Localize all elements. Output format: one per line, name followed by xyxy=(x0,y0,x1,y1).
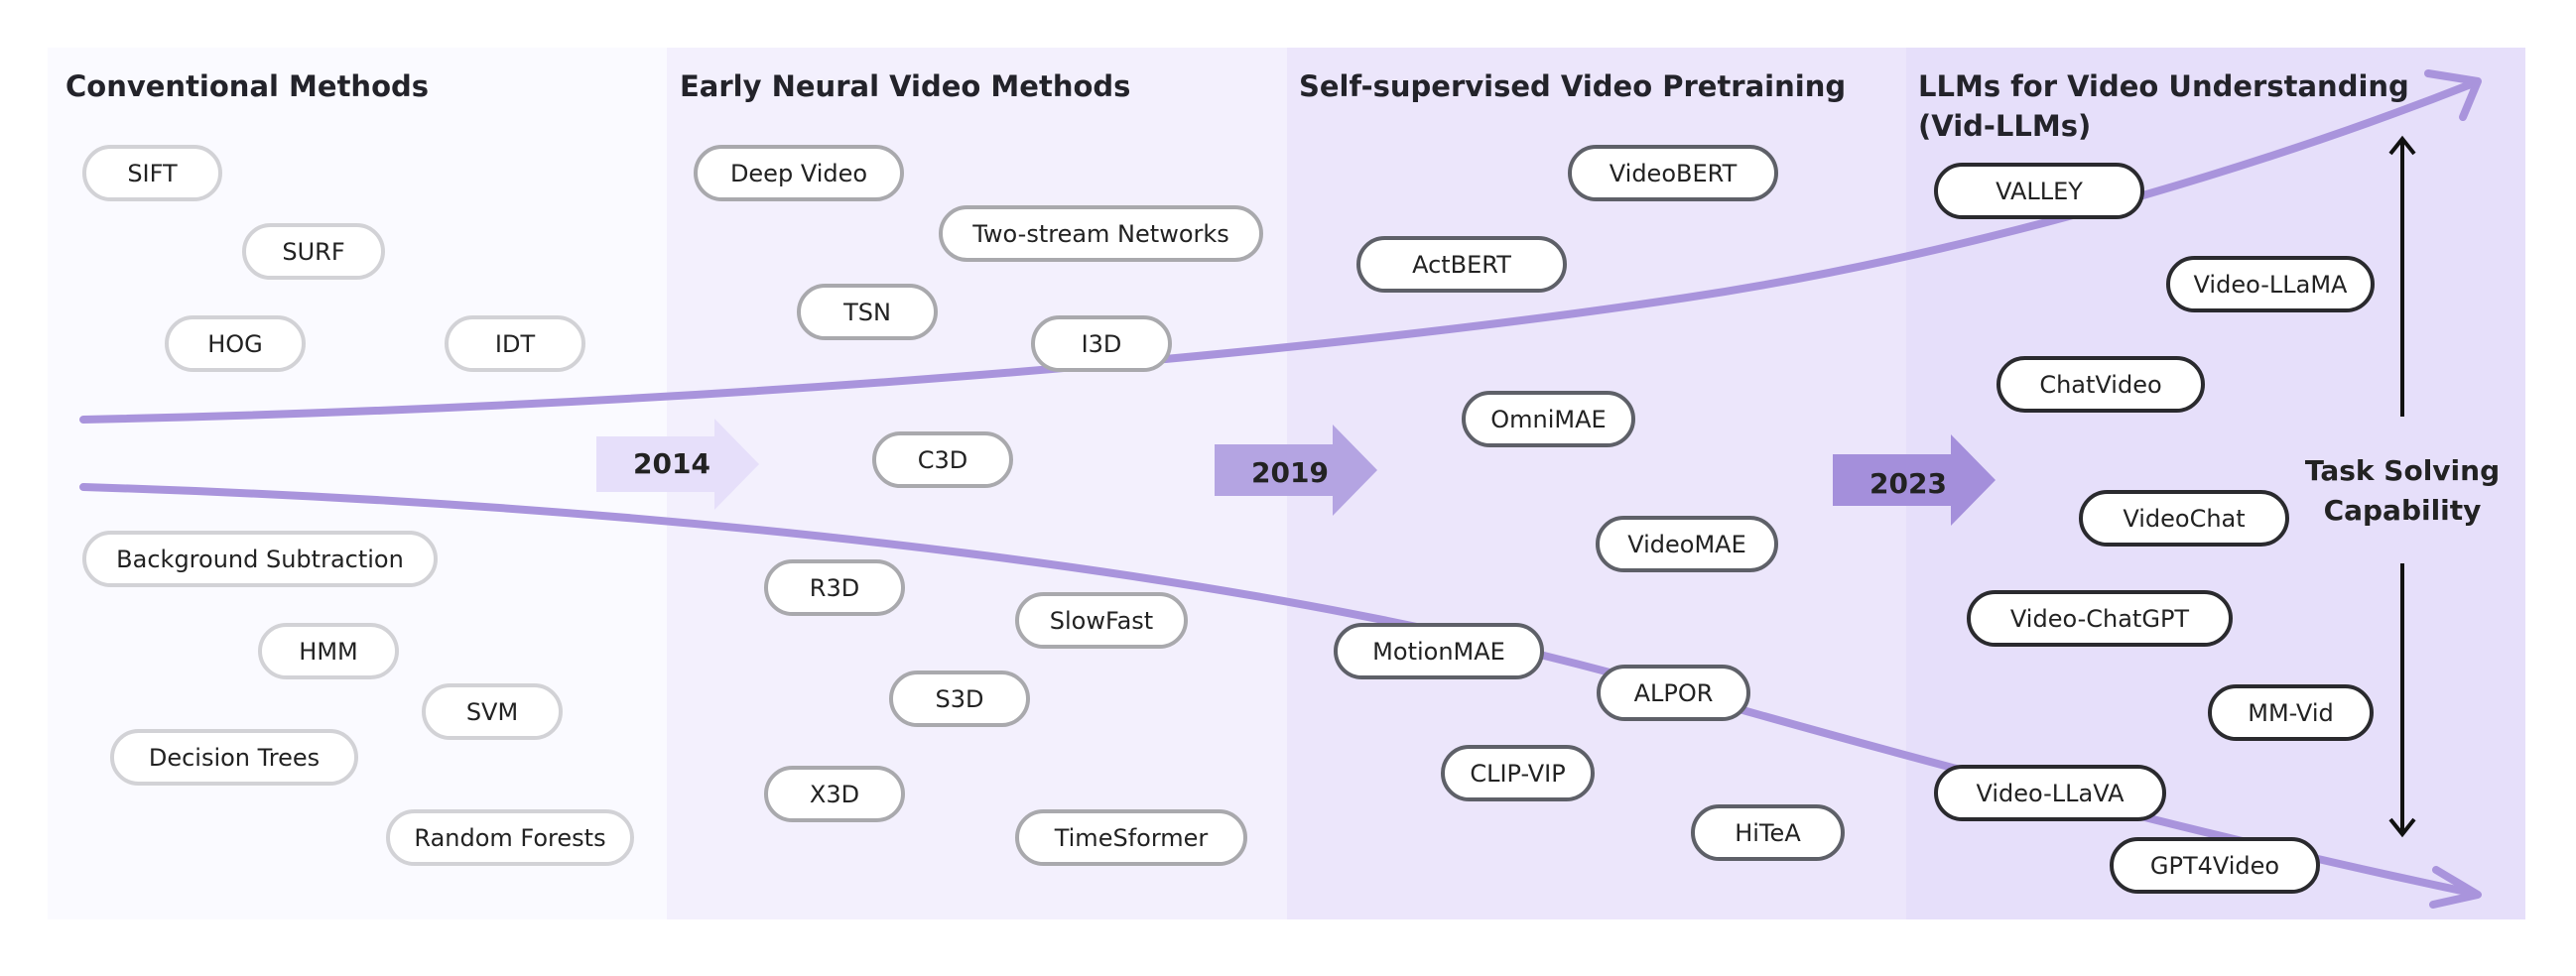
method-pill: SlowFast xyxy=(1015,592,1188,649)
method-pill: HiTeA xyxy=(1691,804,1845,861)
capability-label-line1: Task Solving xyxy=(2304,454,2501,487)
method-pill: C3D xyxy=(872,431,1013,488)
method-pill: IDT xyxy=(445,315,585,372)
section-subtitle-vid-llms: (Vid-LLMs) xyxy=(1918,109,2092,143)
method-pill: Two-stream Networks xyxy=(939,205,1263,262)
method-pill: ALPOR xyxy=(1597,665,1750,721)
method-pill: Decision Trees xyxy=(110,729,358,786)
method-pill: VideoBERT xyxy=(1568,145,1778,201)
method-pill: Video-LLaMA xyxy=(2166,256,2375,312)
method-pill: Video-ChatGPT xyxy=(1967,590,2233,647)
method-pill: HOG xyxy=(165,315,306,372)
method-pill: Deep Video xyxy=(694,145,904,201)
capability-label: Task Solving Capability xyxy=(2298,451,2507,531)
method-pill: I3D xyxy=(1031,315,1172,372)
year-label-2023: 2023 xyxy=(1869,467,1947,500)
method-pill: SVM xyxy=(422,683,563,740)
method-pill: VideoChat xyxy=(2079,490,2289,547)
method-pill: S3D xyxy=(889,671,1030,727)
year-label-2014: 2014 xyxy=(633,447,710,480)
method-pill: R3D xyxy=(764,559,905,616)
section-title-self-supervised: Self-supervised Video Pretraining xyxy=(1299,69,1847,103)
method-pill: OmniMAE xyxy=(1462,391,1635,447)
method-pill: TimeSformer xyxy=(1015,809,1247,866)
method-pill: SURF xyxy=(242,223,385,280)
method-pill: SIFT xyxy=(82,145,222,201)
method-pill: Video-LLaVA xyxy=(1934,765,2166,821)
section-title-early-neural: Early Neural Video Methods xyxy=(680,69,1131,103)
capability-label-line2: Capability xyxy=(2323,494,2482,527)
method-pill: Background Subtraction xyxy=(82,531,438,587)
section-title-conventional: Conventional Methods xyxy=(65,69,430,103)
method-pill: TSN xyxy=(797,284,938,340)
method-pill: VALLEY xyxy=(1934,163,2144,219)
method-pill: ChatVideo xyxy=(1996,356,2205,413)
method-pill: Random Forests xyxy=(386,809,634,866)
method-pill: GPT4Video xyxy=(2110,837,2320,894)
section-title-vid-llms: LLMs for Video Understanding xyxy=(1918,69,2409,103)
year-label-2019: 2019 xyxy=(1251,456,1329,489)
method-pill: MotionMAE xyxy=(1334,623,1544,679)
method-pill: VideoMAE xyxy=(1596,516,1778,572)
method-pill: HMM xyxy=(258,623,399,679)
method-pill: CLIP-VIP xyxy=(1441,745,1595,801)
method-pill: X3D xyxy=(764,766,905,822)
method-pill: MM-Vid xyxy=(2208,684,2374,741)
method-pill: ActBERT xyxy=(1356,236,1567,293)
